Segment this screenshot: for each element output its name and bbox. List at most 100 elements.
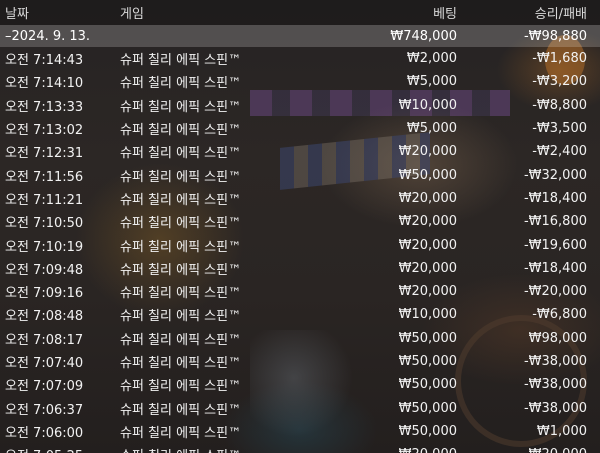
date-group-bet-total: ₩748,000: [336, 25, 461, 47]
table-row[interactable]: 오전 7:10:50 슈퍼 칠리 에픽 스핀™ ₩20,000 -₩16,800: [0, 210, 600, 233]
row-win-loss: ₩1,000: [536, 423, 587, 439]
row-game-name: 슈퍼 칠리 에픽 스핀™: [120, 425, 242, 441]
table-row[interactable]: 오전 7:12:31 슈퍼 칠리 에픽 스핀™ ₩20,000 -₩2,400: [0, 140, 600, 163]
table-row[interactable]: 오전 7:09:48 슈퍼 칠리 에픽 스핀™ ₩20,000 -₩18,400: [0, 257, 600, 280]
table-row[interactable]: 오전 7:09:16 슈퍼 칠리 에픽 스핀™ ₩20,000 -₩20,000: [0, 280, 600, 303]
row-bet-amount: ₩10,000: [398, 307, 457, 323]
row-game-name: 슈퍼 칠리 에픽 스핀™: [120, 76, 242, 92]
row-bet-amount: ₩50,000: [398, 423, 457, 439]
row-win-loss: -₩38,000: [523, 377, 587, 393]
table-row[interactable]: 오전 7:14:10 슈퍼 칠리 에픽 스핀™ ₩5,000 -₩3,200: [0, 70, 600, 93]
row-bet-amount: ₩20,000: [336, 443, 461, 453]
row-time: 오전 7:06:00: [5, 425, 84, 441]
bet-history-table: 날짜 게임 베팅 승리/패배 –2024. 9. 13. ₩748,000 -₩…: [0, 0, 600, 453]
table-row[interactable]: 오전 7:05:25슈퍼 칠리 에픽 스핀™₩20,000-₩20,000: [0, 443, 600, 453]
row-win-loss: -₩20,000: [523, 284, 587, 300]
row-game-name: 슈퍼 칠리 에픽 스핀™: [120, 146, 242, 162]
table-row[interactable]: 오전 7:07:40 슈퍼 칠리 에픽 스핀™ ₩50,000 -₩38,000: [0, 350, 600, 373]
table-header-row: 날짜 게임 베팅 승리/패배: [0, 0, 600, 25]
date-group-game: [118, 25, 336, 47]
row-win-loss: -₩3,200: [532, 74, 587, 90]
row-bet-amount: ₩50,000: [398, 354, 457, 369]
column-header-game: 게임: [118, 0, 336, 25]
row-win-loss: -₩19,600: [523, 237, 587, 253]
row-bet-amount: ₩20,000: [398, 260, 457, 276]
row-win-loss: ₩98,000: [528, 330, 587, 346]
row-game-name: 슈퍼 칠리 에픽 스핀™: [120, 192, 242, 208]
bet-history-panel: 날짜 게임 베팅 승리/패배 –2024. 9. 13. ₩748,000 -₩…: [0, 0, 600, 453]
table-row[interactable]: 오전 7:13:02 슈퍼 칠리 에픽 스핀™ ₩5,000 -₩3,500: [0, 117, 600, 140]
row-game-name: 슈퍼 칠리 에픽 스핀™: [120, 309, 242, 325]
table-row[interactable]: 오전 7:08:48 슈퍼 칠리 에픽 스핀™ ₩10,000 -₩6,800: [0, 303, 600, 326]
column-header-date: 날짜: [0, 0, 118, 25]
row-game-name: 슈퍼 칠리 에픽 스핀™: [120, 402, 242, 418]
row-bet-amount: ₩20,000: [398, 144, 457, 160]
row-win-loss: -₩2,400: [532, 144, 587, 160]
row-bet-amount: ₩5,000: [406, 121, 457, 137]
table-row[interactable]: 오전 7:14:43 슈퍼 칠리 에픽 스핀™ ₩2,000 -₩1,680: [0, 47, 600, 70]
table-row[interactable]: 오전 7:08:17 슈퍼 칠리 에픽 스핀™ ₩50,000 ₩98,000: [0, 327, 600, 350]
row-win-loss: -₩1,680: [532, 51, 587, 67]
table-row[interactable]: 오전 7:10:19 슈퍼 칠리 에픽 스핀™ ₩20,000 -₩19,600: [0, 233, 600, 256]
row-time: 오전 7:14:10: [5, 76, 84, 92]
row-bet-amount: ₩10,000: [398, 97, 457, 113]
row-bet-amount: ₩50,000: [398, 377, 457, 393]
row-bet-amount: ₩5,000: [406, 74, 457, 90]
row-win-loss: -₩20,000: [461, 443, 600, 453]
row-time: 오전 7:09:48: [5, 262, 84, 278]
date-group-row[interactable]: –2024. 9. 13. ₩748,000 -₩98,880: [0, 25, 600, 47]
table-row[interactable]: 오전 7:06:37 슈퍼 칠리 에픽 스핀™ ₩50,000 -₩38,000: [0, 396, 600, 419]
row-bet-amount: ₩50,000: [398, 400, 457, 416]
row-time: 오전 7:07:09: [5, 379, 84, 395]
row-time: 오전 7:12:31: [5, 146, 84, 162]
row-game-name: 슈퍼 칠리 에픽 스핀™: [120, 53, 242, 69]
table-row[interactable]: 오전 7:11:21 슈퍼 칠리 에픽 스핀™ ₩20,000 -₩18,400: [0, 187, 600, 210]
column-header-bet: 베팅: [336, 0, 461, 25]
row-time: 오전 7:09:16: [5, 286, 84, 302]
column-header-win-loss: 승리/패배: [461, 0, 600, 25]
row-game-name: 슈퍼 칠리 에픽 스핀™: [120, 262, 242, 278]
table-row[interactable]: 오전 7:11:56 슈퍼 칠리 에픽 스핀™ ₩50,000 -₩32,000: [0, 163, 600, 186]
row-time: 오전 7:13:33: [5, 99, 84, 115]
row-bet-amount: ₩20,000: [398, 190, 457, 206]
date-group-label[interactable]: –2024. 9. 13.: [0, 25, 118, 47]
row-bet-amount: ₩20,000: [398, 237, 457, 253]
row-game-name: 슈퍼 칠리 에픽 스핀™: [120, 286, 242, 302]
row-time: 오전 7:13:02: [5, 123, 84, 139]
row-win-loss: -₩3,500: [532, 121, 587, 137]
row-game-name: 슈퍼 칠리 에픽 스핀™: [120, 123, 242, 139]
row-bet-amount: ₩20,000: [398, 284, 457, 300]
row-time: 오전 7:05:25: [0, 443, 118, 453]
row-time: 오전 7:06:37: [5, 402, 84, 418]
row-game-name: 슈퍼 칠리 에픽 스핀™: [118, 443, 336, 453]
row-time: 오전 7:14:43: [5, 53, 84, 69]
row-game-name: 슈퍼 칠리 에픽 스핀™: [120, 379, 242, 395]
row-game-name: 슈퍼 칠리 에픽 스핀™: [120, 169, 242, 185]
date-group-win-loss-total: -₩98,880: [461, 25, 600, 47]
row-win-loss: -₩8,800: [532, 97, 587, 113]
row-time: 오전 7:08:17: [5, 332, 84, 348]
row-game-name: 슈퍼 칠리 에픽 스핀™: [120, 239, 242, 255]
row-win-loss: -₩18,400: [523, 190, 587, 206]
row-time: 오전 7:11:56: [5, 169, 84, 185]
table-row[interactable]: 오전 7:07:09 슈퍼 칠리 에픽 스핀™ ₩50,000 -₩38,000: [0, 373, 600, 396]
row-game-name: 슈퍼 칠리 에픽 스핀™: [120, 332, 242, 348]
row-win-loss: -₩38,000: [523, 354, 587, 369]
row-win-loss: -₩32,000: [523, 167, 587, 183]
row-time: 오전 7:11:21: [5, 192, 84, 208]
table-row[interactable]: 오전 7:06:00 슈퍼 칠리 에픽 스핀™ ₩50,000 ₩1,000: [0, 420, 600, 443]
row-time: 오전 7:10:19: [5, 239, 84, 255]
row-win-loss: -₩6,800: [532, 307, 587, 323]
row-win-loss: -₩18,400: [523, 260, 587, 276]
row-bet-amount: ₩2,000: [406, 51, 457, 67]
row-time: 오전 7:10:50: [5, 216, 84, 232]
row-game-name: 슈퍼 칠리 에픽 스핀™: [120, 99, 242, 115]
row-game-name: 슈퍼 칠리 에픽 스핀™: [120, 216, 242, 232]
table-row[interactable]: 오전 7:13:33 슈퍼 칠리 에픽 스핀™ ₩10,000 -₩8,800: [0, 94, 600, 117]
row-game-name: 슈퍼 칠리 에픽 스핀™: [120, 356, 242, 371]
row-time: 오전 7:08:48: [5, 309, 84, 325]
row-win-loss: -₩16,800: [523, 214, 587, 230]
row-bet-amount: ₩20,000: [398, 214, 457, 230]
row-bet-amount: ₩50,000: [398, 330, 457, 346]
row-time: 오전 7:07:40: [5, 356, 84, 371]
